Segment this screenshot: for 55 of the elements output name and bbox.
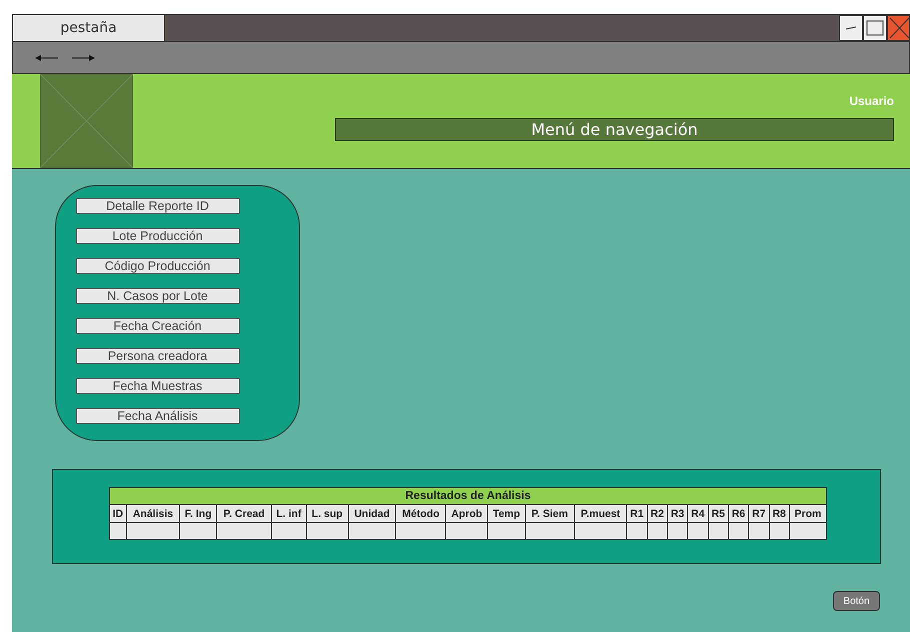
table-cell	[769, 522, 790, 540]
navigation-menu-bar[interactable]: Menú de navegación	[335, 118, 894, 141]
table-cell	[271, 522, 306, 540]
column-header: R1	[626, 504, 648, 522]
table-cell	[647, 522, 668, 540]
table-cell	[789, 522, 826, 540]
minimize-icon[interactable]	[839, 15, 863, 41]
column-header: Análisis	[126, 504, 180, 522]
column-header: L. sup	[306, 504, 348, 522]
table-title: Resultados de Análisis	[110, 488, 826, 504]
menu-item[interactable]: Detalle Reporte ID	[76, 198, 240, 214]
maximize-icon[interactable]	[863, 15, 887, 41]
column-header: R7	[748, 504, 770, 522]
close-icon[interactable]	[887, 15, 909, 41]
browser-tab[interactable]: pestaña	[13, 15, 165, 41]
column-header: Aprob	[446, 504, 488, 522]
column-header: R6	[728, 504, 749, 522]
column-header: P. Siem	[525, 504, 574, 522]
column-header: Prom	[789, 504, 826, 522]
column-header: ID	[110, 504, 126, 522]
table-cell	[574, 522, 627, 540]
forward-arrow-icon[interactable]	[71, 54, 95, 62]
table-cell	[180, 522, 217, 540]
menu-item[interactable]: N. Casos por Lote	[76, 288, 240, 304]
image-placeholder-icon	[40, 74, 133, 168]
table-cell	[216, 522, 272, 540]
table-cell	[708, 522, 728, 540]
column-header: F. Ing	[180, 504, 217, 522]
table-cell	[525, 522, 574, 540]
column-header: R2	[647, 504, 668, 522]
menu-item[interactable]: Fecha Muestras	[76, 378, 240, 394]
column-header: Unidad	[348, 504, 396, 522]
column-header: L. inf	[271, 504, 306, 522]
column-header: P. Cread	[216, 504, 272, 522]
column-header: R3	[667, 504, 688, 522]
back-arrow-icon[interactable]	[35, 54, 59, 62]
menu-item[interactable]: Persona creadora	[76, 348, 240, 364]
table-cell	[446, 522, 488, 540]
column-header: Método	[396, 504, 446, 522]
table-cell	[306, 522, 348, 540]
column-header: R8	[769, 504, 790, 522]
menu-item[interactable]: Fecha Creación	[76, 318, 240, 334]
table-cell	[110, 522, 126, 540]
table-cell	[348, 522, 396, 540]
menu-item[interactable]: Lote Producción	[76, 228, 240, 244]
column-header: Temp	[488, 504, 526, 522]
menu-item[interactable]: Código Producción	[76, 258, 240, 274]
column-header: P.muest	[574, 504, 627, 522]
action-button[interactable]: Botón	[833, 591, 880, 611]
column-header: R5	[708, 504, 728, 522]
table-cell	[396, 522, 446, 540]
column-header: R4	[688, 504, 708, 522]
table-cell	[488, 522, 526, 540]
menu-item[interactable]: Fecha Análisis	[76, 408, 240, 424]
table-cell	[126, 522, 180, 540]
